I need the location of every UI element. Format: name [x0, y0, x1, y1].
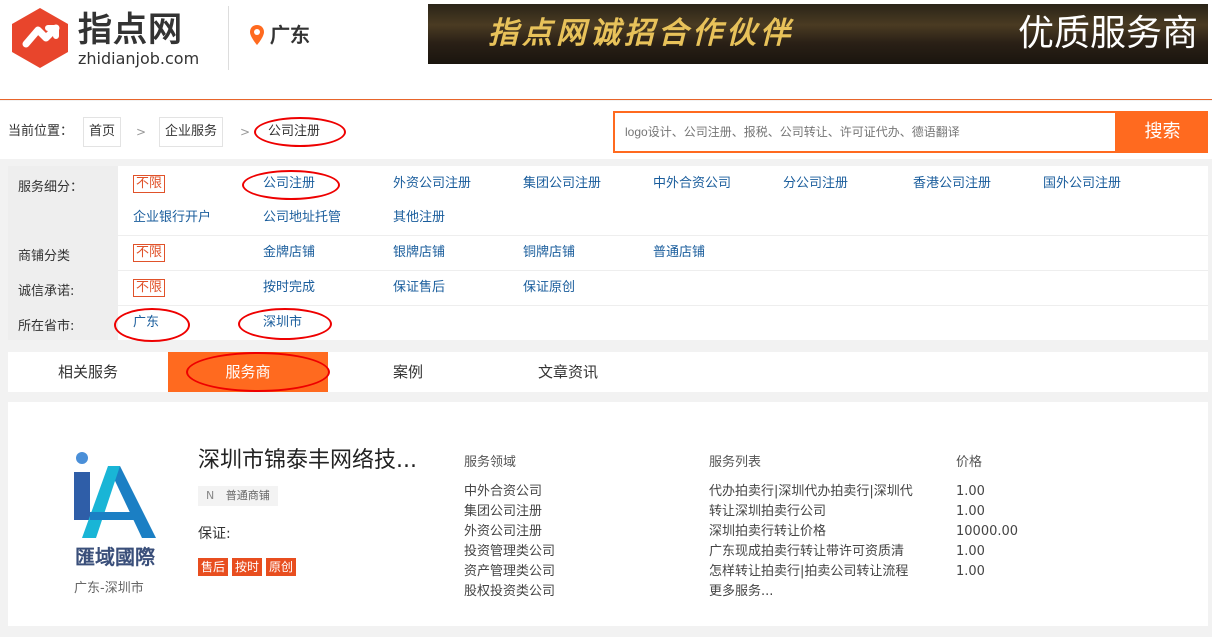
guarantee-tag: 售后 [198, 558, 229, 576]
breadcrumb-label: 当前位置： [8, 124, 74, 139]
filter-option[interactable]: 公司注册 [263, 175, 315, 193]
filter-label-service: 服务细分： [8, 166, 118, 235]
filter-option[interactable]: 外资公司注册 [393, 175, 471, 193]
price-header: 价格 [956, 455, 983, 470]
filter-option[interactable]: 国外公司注册 [1043, 175, 1121, 193]
header-divider [228, 6, 229, 70]
partner-banner[interactable]: 指点网诚招合作伙伴 优质服务商 [428, 4, 1208, 64]
site-header: 指点网 zhidianjob.com 广东 指点网诚招合作伙伴 优质服务商 [0, 0, 1212, 100]
filter-option-city[interactable]: 深圳市 [263, 314, 302, 332]
breadcrumb-separator: > [240, 125, 251, 139]
price-value: 1.00 [956, 544, 985, 559]
filter-option[interactable]: 香港公司注册 [913, 175, 991, 193]
shop-level-letter: N [206, 489, 215, 502]
search-input[interactable] [615, 113, 1115, 151]
filter-option[interactable]: 铜牌店铺 [523, 244, 575, 262]
service-field[interactable]: 股权投资类公司 [464, 582, 555, 602]
filter-no-limit[interactable]: 不限 [133, 244, 166, 262]
tab-cases[interactable]: 案例 [328, 352, 488, 392]
tab-related-services[interactable]: 相关服务 [8, 352, 168, 392]
service-field[interactable]: 外资公司注册 [464, 522, 555, 542]
filter-option[interactable]: 分公司注册 [783, 175, 848, 193]
result-tabs: 相关服务 服务商 案例 文章资讯 [8, 352, 1208, 392]
breadcrumb-home[interactable]: 首页 [83, 117, 122, 147]
guarantee-tags: 售后 按时 原创 [198, 556, 300, 576]
filter-label-shop: 商铺分类 [8, 236, 118, 270]
current-location[interactable]: 广东 [270, 22, 310, 48]
provider-card: 匯域國際 广东-深圳市 深圳市锦泰丰网络技... N 普通商铺 保证: 售后 按时… [8, 402, 1208, 626]
price-value: 10000.00 [956, 524, 1019, 539]
breadcrumb-enterprise-service[interactable]: 企业服务 [159, 117, 224, 147]
filter-label-credit: 诚信承诺: [8, 271, 118, 305]
service-field[interactable]: 集团公司注册 [464, 502, 555, 522]
filter-option[interactable]: 公司地址托管 [263, 209, 341, 227]
price-value: 1.00 [956, 484, 985, 499]
site-logo-text[interactable]: 指点网 [78, 10, 183, 50]
filter-row-shop: 商铺分类 不限 金牌店铺 银牌店铺 铜牌店铺 普通店铺 [8, 236, 1208, 271]
fields-header: 服务领域 [464, 455, 517, 470]
service-link[interactable]: 广东现成拍卖行转让带许可资质清 [709, 542, 913, 562]
company-name[interactable]: 深圳市锦泰丰网络技... [198, 446, 417, 476]
site-logo-icon[interactable] [8, 6, 72, 70]
company-logo[interactable]: 匯域國際 [60, 442, 170, 572]
price-value: 1.00 [956, 564, 985, 579]
company-location: 广东-深圳市 [74, 581, 144, 596]
shop-level-badge: N 普通商铺 [198, 486, 278, 506]
service-link[interactable]: 代办拍卖行|深圳代办拍卖行|深圳代 [709, 482, 913, 502]
price-value: 1.00 [956, 504, 985, 519]
filter-option[interactable]: 其他注册 [393, 209, 445, 227]
service-field[interactable]: 资产管理类公司 [464, 562, 555, 582]
filter-row-service: 服务细分： 不限 公司注册 外资公司注册 集团公司注册 中外合资公司 分公司注册… [8, 166, 1208, 236]
guarantee-tag: 按时 [232, 558, 263, 576]
filter-option[interactable]: 银牌店铺 [393, 244, 445, 262]
breadcrumb-separator: > [136, 125, 147, 139]
site-domain: zhidianjob.com [78, 49, 200, 68]
tab-articles[interactable]: 文章资讯 [488, 352, 648, 392]
filter-no-limit[interactable]: 不限 [133, 279, 166, 297]
service-fields-list: 中外合资公司 集团公司注册 外资公司注册 投资管理类公司 资产管理类公司 股权投… [464, 482, 555, 602]
search-box [613, 111, 1117, 153]
filter-option[interactable]: 中外合资公司 [653, 175, 731, 193]
filter-option[interactable]: 金牌店铺 [263, 244, 315, 262]
banner-headline: 优质服务商 [1017, 13, 1198, 54]
filter-row-province: 所在省市: 广东 深圳市 [8, 306, 1208, 340]
service-field[interactable]: 中外合资公司 [464, 482, 555, 502]
filter-no-limit[interactable]: 不限 [133, 175, 166, 193]
guarantee-tag: 原创 [266, 558, 297, 576]
service-field[interactable]: 投资管理类公司 [464, 542, 555, 562]
tab-service-providers[interactable]: 服务商 [168, 352, 328, 392]
filter-panel: 服务细分： 不限 公司注册 外资公司注册 集团公司注册 中外合资公司 分公司注册… [8, 166, 1208, 340]
service-list: 代办拍卖行|深圳代办拍卖行|深圳代 转让深圳拍卖行公司 深圳拍卖行转让价格 广东… [709, 482, 913, 602]
filter-option[interactable]: 普通店铺 [653, 244, 705, 262]
service-link[interactable]: 深圳拍卖行转让价格 [709, 522, 913, 542]
price-list: 1.00 1.00 10000.00 1.00 1.00 [956, 482, 1018, 582]
location-pin-icon [250, 25, 264, 45]
breadcrumb-company-registration[interactable]: 公司注册 [262, 117, 327, 147]
filter-option[interactable]: 企业银行开户 [133, 209, 211, 227]
company-logo-text: 匯域國際 [75, 545, 156, 569]
filter-option[interactable]: 集团公司注册 [523, 175, 601, 193]
filter-option[interactable]: 保证原创 [523, 279, 575, 297]
service-link[interactable]: 转让深圳拍卖行公司 [709, 502, 913, 522]
filter-label-province: 所在省市: [8, 306, 118, 340]
banner-script-text: 指点网诚招合作伙伴 [488, 16, 794, 51]
guarantee-label: 保证: [198, 526, 231, 542]
filter-option[interactable]: 按时完成 [263, 279, 315, 297]
breadcrumb-bar: 当前位置： 首页 > 企业服务 > 公司注册 搜索 [0, 101, 1212, 159]
filter-option[interactable]: 保证售后 [393, 279, 445, 297]
shop-level-text: 普通商铺 [225, 489, 270, 502]
search-button[interactable]: 搜索 [1117, 111, 1208, 153]
more-services-link[interactable]: 更多服务... [709, 582, 913, 602]
services-header: 服务列表 [709, 455, 762, 470]
filter-row-credit: 诚信承诺: 不限 按时完成 保证售后 保证原创 [8, 271, 1208, 306]
filter-option-province[interactable]: 广东 [133, 314, 159, 332]
service-link[interactable]: 怎样转让拍卖行|拍卖公司转让流程 [709, 562, 913, 582]
